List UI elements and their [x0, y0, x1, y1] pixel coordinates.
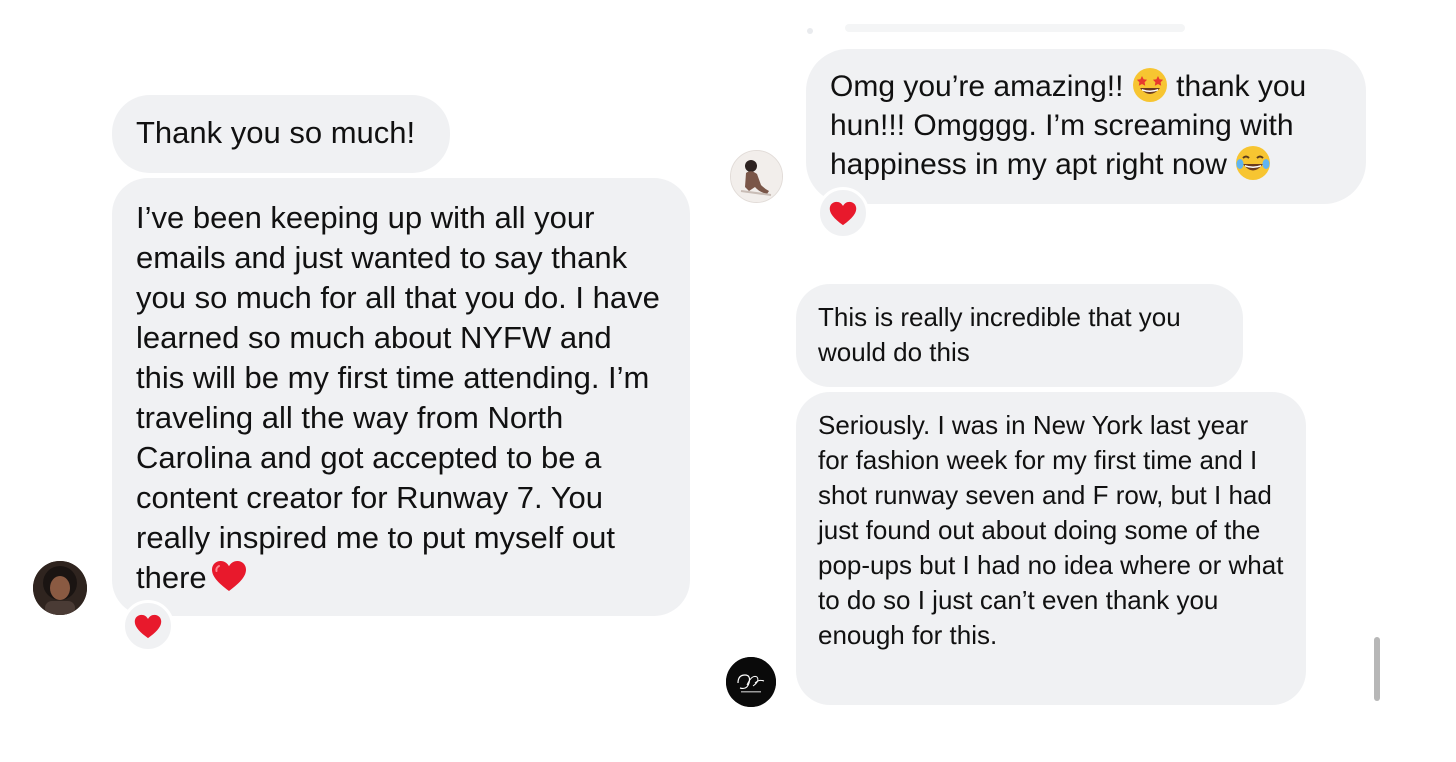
message-bubble[interactable]: This is really incredible that you would…	[796, 284, 1243, 387]
avatar[interactable]	[730, 150, 783, 203]
message-text: Thank you so much!	[136, 115, 416, 150]
message-bubble[interactable]: I’ve been keeping up with all your email…	[112, 178, 690, 616]
message-text: Omg you’re amazing!!	[830, 70, 1132, 103]
heart-icon	[134, 614, 162, 638]
heart-reaction[interactable]	[122, 600, 174, 652]
message-bubble[interactable]: Thank you so much!	[112, 95, 450, 173]
avatar[interactable]	[726, 657, 776, 707]
message-bubble[interactable]: Omg you’re amazing!! thank you hun!!! Om…	[806, 49, 1366, 204]
profile-photo-icon	[731, 151, 782, 202]
heart-reaction[interactable]	[817, 187, 869, 239]
messages-screen: Thank you so much! I’ve been keeping up …	[0, 0, 1456, 762]
message-bubble[interactable]: Seriously. I was in New York last year f…	[796, 392, 1306, 705]
previous-message-edge	[845, 24, 1185, 32]
profile-photo-icon	[33, 561, 87, 615]
message-text: Seriously. I was in New York last year f…	[818, 410, 1284, 650]
message-text: I’ve been keeping up with all your email…	[136, 200, 660, 595]
brand-logo-icon	[726, 657, 776, 707]
heart-icon	[829, 201, 857, 225]
tears-of-joy-emoji-icon	[1236, 146, 1271, 180]
heart-icon	[211, 561, 246, 591]
star-struck-emoji-icon	[1132, 68, 1167, 102]
avatar[interactable]	[33, 561, 87, 615]
top-dot	[807, 28, 813, 34]
scrollbar-thumb[interactable]	[1374, 637, 1380, 701]
message-text: This is really incredible that you would…	[818, 302, 1181, 367]
